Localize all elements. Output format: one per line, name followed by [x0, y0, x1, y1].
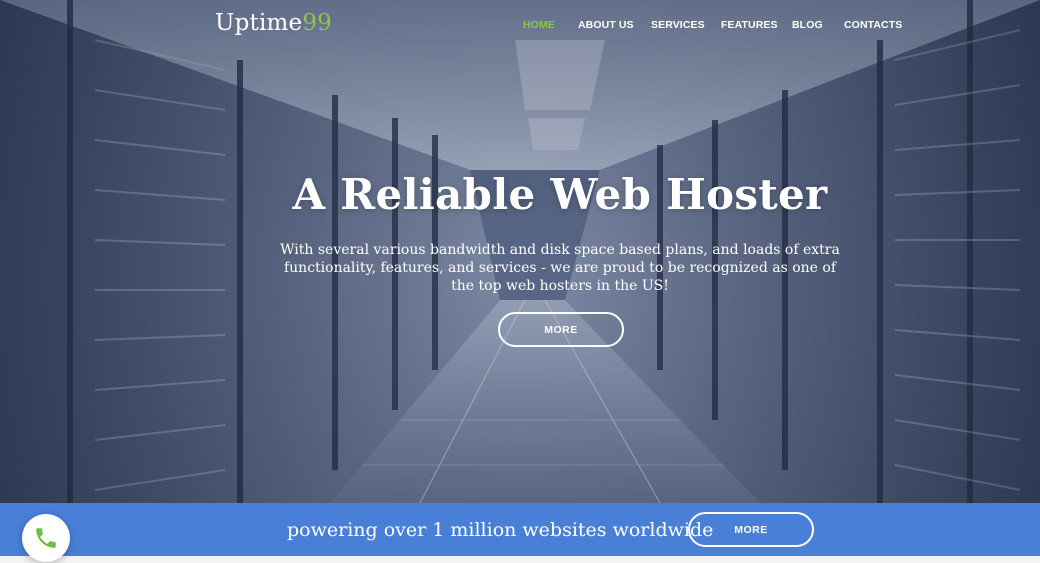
main-navigation: HOME ABOUT US SERVICES FEATURES BLOG CON…	[0, 19, 1040, 33]
nav-item-about-us[interactable]: ABOUT US	[578, 19, 634, 31]
nav-item-services[interactable]: SERVICES	[651, 19, 705, 31]
hero-more-button[interactable]: MORE	[498, 312, 624, 347]
hero-section: Uptime99 HOME ABOUT US SERVICES FEATURES…	[0, 0, 1040, 503]
phone-icon	[36, 528, 56, 548]
nav-item-blog[interactable]: BLOG	[792, 19, 823, 31]
hero-subtitle: With several various bandwidth and disk …	[280, 242, 840, 294]
promo-strip-text: powering over 1 million websites worldwi…	[287, 519, 714, 541]
promo-strip: powering over 1 million websites worldwi…	[0, 503, 1040, 556]
page-bottom-edge	[0, 556, 1040, 563]
nav-item-contacts[interactable]: CONTACTS	[844, 19, 902, 31]
promo-more-button[interactable]: MORE	[688, 512, 814, 547]
nav-item-features[interactable]: FEATURES	[721, 19, 778, 31]
nav-item-home[interactable]: HOME	[523, 19, 555, 31]
call-button[interactable]	[22, 514, 70, 562]
hero-title: A Reliable Web Hoster	[292, 170, 828, 219]
